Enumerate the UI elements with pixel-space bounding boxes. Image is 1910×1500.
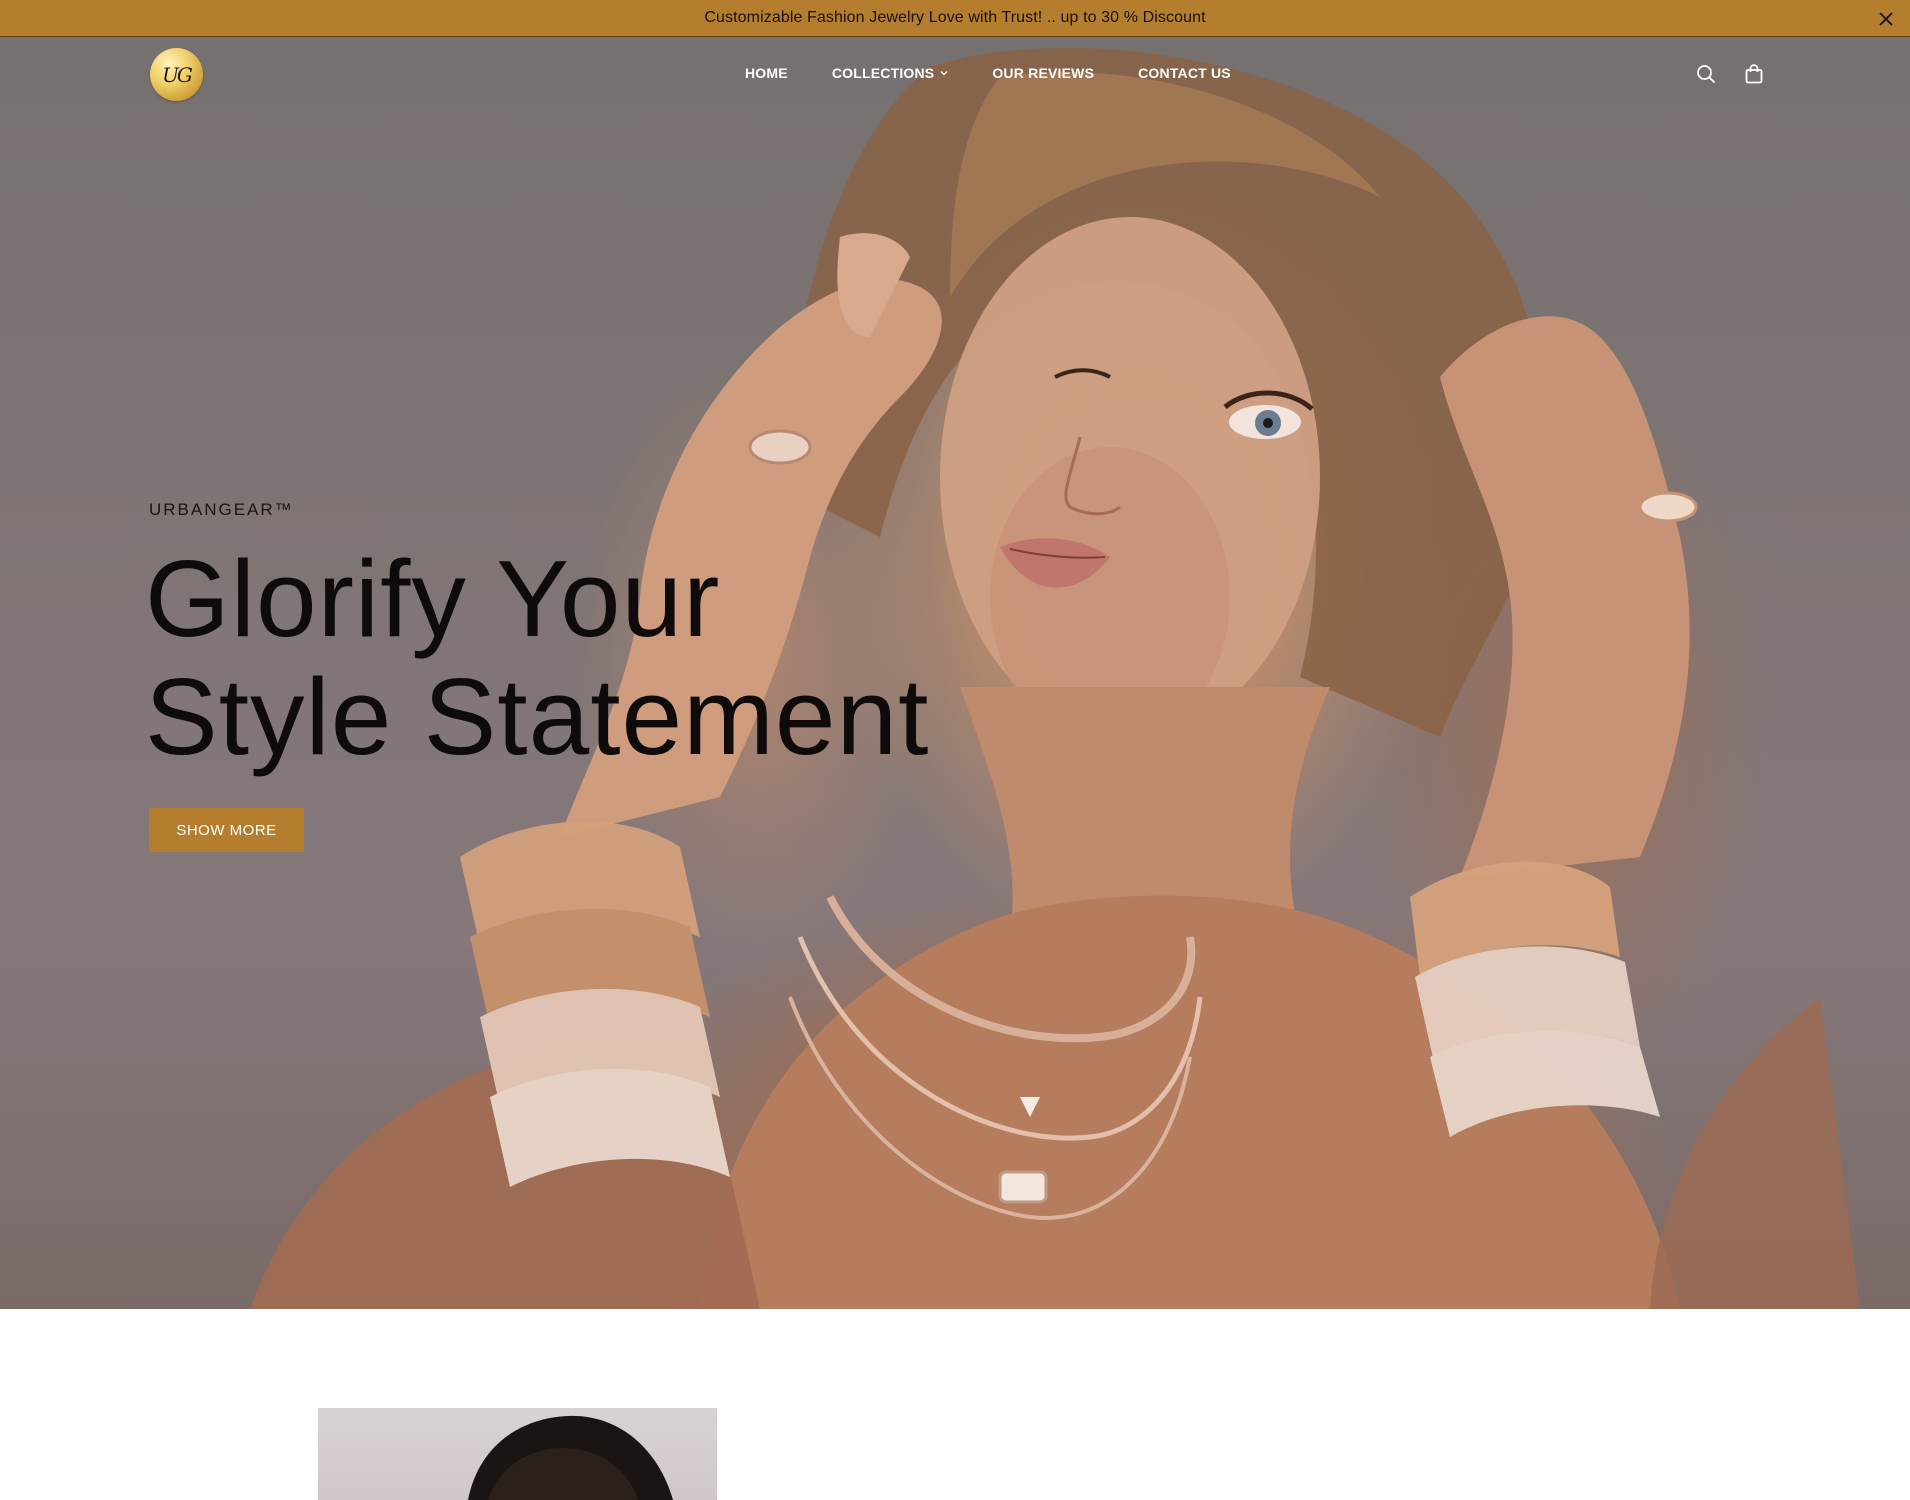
hero-headline-line-2: Style Statement <box>145 656 930 778</box>
nav-home[interactable]: HOME <box>745 65 788 81</box>
nav-collections-label: COLLECTIONS <box>831 65 935 81</box>
brand-logo[interactable]: UG <box>150 48 203 101</box>
hero-headline: Glorify Your Style Statement <box>145 540 929 776</box>
nav-contact-us-label: CONTACT US <box>1138 65 1231 81</box>
nav-our-reviews[interactable]: OUR REVIEWS <box>992 65 1094 81</box>
cart-button[interactable] <box>1742 62 1766 86</box>
close-announcement-button[interactable] <box>1874 7 1898 31</box>
search-button[interactable] <box>1694 62 1718 86</box>
nav-collections[interactable]: COLLECTIONS <box>832 65 949 81</box>
nav-contact-us[interactable]: CONTACT US <box>1138 65 1231 81</box>
show-more-button[interactable]: SHOW MORE <box>149 808 304 852</box>
chevron-down-icon <box>940 71 948 76</box>
close-icon <box>1879 12 1893 26</box>
announcement-bar: Customizable Fashion Jewelry Love with T… <box>0 0 1910 37</box>
nav-home-label: HOME <box>745 65 788 81</box>
nav-our-reviews-label: OUR REVIEWS <box>992 65 1095 81</box>
announcement-text: Customizable Fashion Jewelry Love with T… <box>704 9 1206 26</box>
model-portrait-image <box>468 1415 673 1500</box>
main-nav: HOME COLLECTIONS OUR REVIEWS CONTACT US <box>745 65 1231 81</box>
logo-text: UG <box>162 62 193 87</box>
featured-image-preview <box>318 1408 717 1500</box>
shopping-bag-icon <box>1745 64 1763 84</box>
hero-eyebrow: URBANGEAR™ <box>149 500 294 519</box>
hero-headline-line-1: Glorify Your <box>145 538 721 660</box>
search-icon <box>1697 65 1716 84</box>
site-header: UG HOME COLLECTIONS OUR REVIEWS CONTACT … <box>0 37 1910 111</box>
